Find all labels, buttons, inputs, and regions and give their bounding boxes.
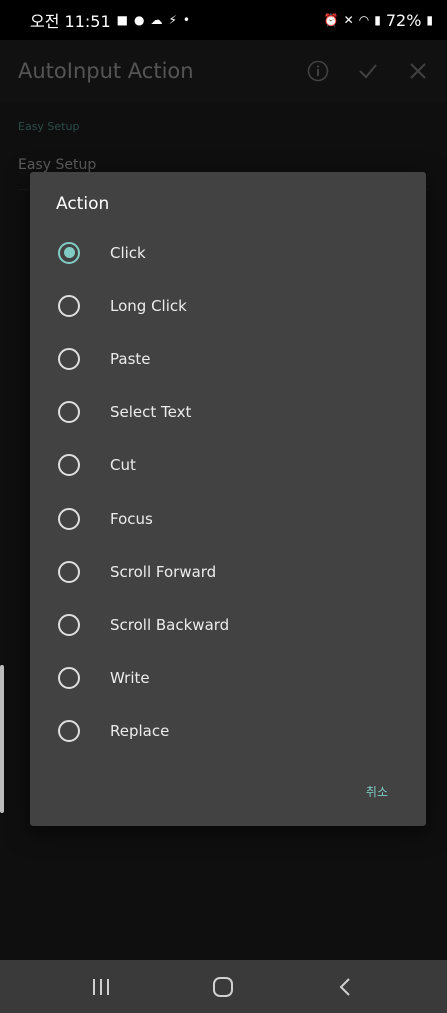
option-label: Scroll Backward <box>110 615 230 634</box>
option-label: Focus <box>110 509 153 528</box>
option-label: Replace <box>110 722 170 741</box>
radio-icon[interactable] <box>58 560 80 583</box>
navigation-bar <box>0 960 447 1013</box>
radio-icon[interactable] <box>58 294 80 317</box>
option-scroll-backward[interactable]: Scroll Backward <box>30 598 426 651</box>
home-icon <box>213 976 234 997</box>
back-icon <box>339 977 350 996</box>
status-right: ⏰ ✕ ◠ ▮ 72% ▮ <box>324 11 433 30</box>
option-click[interactable]: Click <box>30 226 426 279</box>
cancel-button[interactable]: 취소 <box>366 783 388 800</box>
radio-icon[interactable] <box>58 667 80 690</box>
recent-apps-icon <box>93 978 110 995</box>
alarm-icon: ⏰ <box>323 13 339 27</box>
option-label: Long Click <box>110 296 187 315</box>
option-cut[interactable]: Cut <box>30 439 426 492</box>
option-scroll-forward[interactable]: Scroll Forward <box>30 545 426 598</box>
chat-bubble-icon: ■ <box>116 13 128 27</box>
option-write[interactable]: Write <box>30 652 426 705</box>
status-left: 오전 11:51 ■ ● ☁ ⚡ • <box>30 8 190 32</box>
option-focus[interactable]: Focus <box>30 492 426 545</box>
wifi-icon: ◠ <box>358 13 370 27</box>
dialog-title: Action <box>56 194 110 214</box>
option-paste[interactable]: Paste <box>30 332 426 385</box>
option-label: Write <box>110 669 150 688</box>
option-select-text[interactable]: Select Text <box>30 386 426 439</box>
option-label: Click <box>110 243 146 262</box>
home-button[interactable] <box>193 967 253 1007</box>
back-button[interactable] <box>316 967 376 1007</box>
radio-icon[interactable] <box>58 347 80 370</box>
radio-icon[interactable] <box>58 613 80 636</box>
status-bar: 오전 11:51 ■ ● ☁ ⚡ • ⏰ ✕ ◠ ▮ 72% ▮ <box>0 0 447 40</box>
weather-icon: ☁ <box>150 13 163 27</box>
option-long-click[interactable]: Long Click <box>30 279 426 332</box>
flash-icon: ⚡ <box>168 13 177 27</box>
battery-level: 72% <box>385 10 422 30</box>
radio-icon[interactable] <box>58 454 80 477</box>
dot-icon: • <box>182 13 190 27</box>
radio-icon[interactable] <box>58 241 80 264</box>
status-time: 오전 11:51 <box>30 12 111 31</box>
radio-icon[interactable] <box>58 720 80 743</box>
option-label: Cut <box>110 456 136 475</box>
option-label: Scroll Forward <box>110 562 217 581</box>
talk-icon: ● <box>133 13 145 27</box>
option-replace[interactable]: Replace <box>30 705 426 758</box>
mute-icon: ✕ <box>343 13 354 27</box>
signal-icon: ▮ <box>374 13 381 27</box>
option-label: Paste <box>110 349 151 368</box>
radio-icon[interactable] <box>58 401 80 424</box>
option-label: Select Text <box>110 403 192 422</box>
radio-icon[interactable] <box>58 507 80 530</box>
action-options: Click Long Click Paste Select Text Cut F… <box>30 226 426 758</box>
edge-panel-handle[interactable] <box>0 665 4 813</box>
recent-apps-button[interactable] <box>71 967 131 1007</box>
action-dialog: Action Click Long Click Paste Select Tex… <box>30 172 426 826</box>
battery-icon: ▮ <box>426 13 433 27</box>
